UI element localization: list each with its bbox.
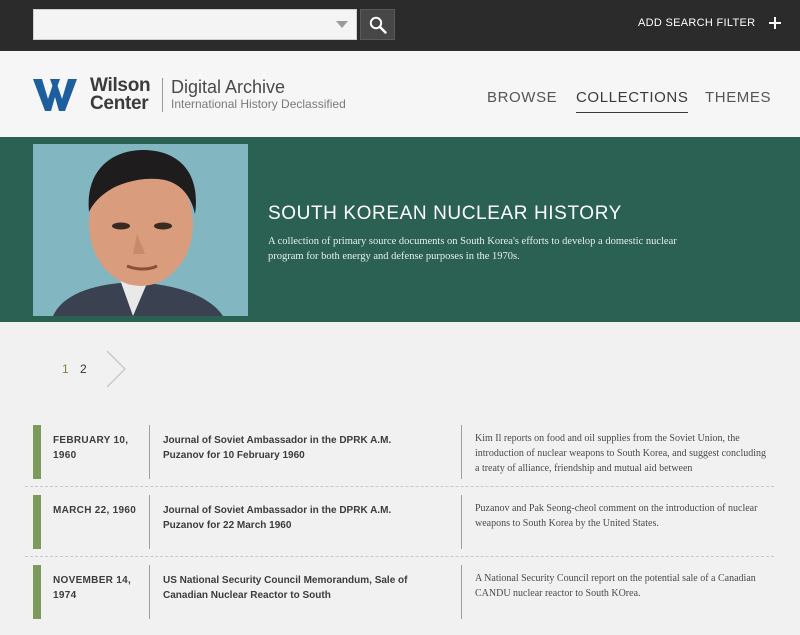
search-button[interactable] [360, 9, 395, 40]
nav-themes[interactable]: THEMES [705, 89, 771, 106]
document-row: MARCH 22, 1960 Journal of Soviet Ambassa… [25, 495, 774, 565]
page-link-1[interactable]: 1 [62, 362, 69, 376]
search-input[interactable] [40, 14, 334, 38]
column-divider [149, 425, 150, 479]
document-title-link[interactable]: Journal of Soviet Ambassador in the DPRK… [163, 503, 413, 533]
site-header: Wilson Center Digital Archive Internatio… [0, 51, 800, 137]
accent-bar [33, 425, 41, 479]
document-row: NOVEMBER 14, 1974 US National Security C… [25, 565, 774, 635]
portrait-illustration [33, 144, 248, 316]
column-divider [149, 495, 150, 549]
logo-text: Wilson Center [90, 75, 151, 114]
collection-portrait-image [33, 144, 248, 316]
document-summary: A National Security Council report on th… [475, 573, 756, 599]
document-title-link[interactable]: Journal of Soviet Ambassador in the DPRK… [163, 433, 413, 463]
page-link-2[interactable]: 2 [80, 362, 87, 376]
plus-icon [768, 17, 781, 30]
column-divider [461, 495, 462, 549]
chevron-down-icon[interactable] [336, 21, 348, 28]
add-search-filter-button[interactable]: ADD SEARCH FILTER [638, 17, 781, 33]
column-divider [149, 565, 150, 619]
collection-title: SOUTH KOREAN NUCLEAR HISTORY [268, 203, 622, 224]
nav-browse[interactable]: BROWSE [487, 89, 557, 106]
nav-collections[interactable]: COLLECTIONS [576, 89, 689, 113]
document-date: NOVEMBER 14, 1974 [53, 575, 132, 601]
accent-bar [33, 495, 41, 549]
search-icon [369, 16, 387, 34]
wilson-w-logo-icon [33, 79, 77, 111]
logo-divider [162, 78, 163, 112]
document-summary: Kim Il reports on food and oil supplies … [475, 433, 767, 474]
search-field[interactable] [33, 9, 357, 40]
add-search-filter-label: ADD SEARCH FILTER [638, 17, 756, 30]
archive-title: Digital Archive [171, 77, 286, 97]
collection-description: A collection of primary source documents… [268, 236, 677, 262]
column-divider [461, 565, 462, 619]
top-search-bar: ADD SEARCH FILTER [0, 0, 800, 51]
collection-banner: SOUTH KOREAN NUCLEAR HISTORY A collectio… [0, 137, 800, 322]
chevron-right-icon[interactable] [104, 349, 128, 389]
document-row: FEBRUARY 10, 1960 Journal of Soviet Amba… [25, 425, 774, 495]
archive-subtitle: International History Declassified [171, 97, 346, 111]
document-date: MARCH 22, 1960 [53, 505, 137, 516]
document-date: FEBRUARY 10, 1960 [53, 435, 129, 461]
column-divider [461, 425, 462, 479]
document-title-link[interactable]: US National Security Council Memorandum,… [163, 573, 413, 603]
document-summary: Puzanov and Pak Seong-cheol comment on t… [475, 503, 758, 529]
accent-bar [33, 565, 41, 619]
